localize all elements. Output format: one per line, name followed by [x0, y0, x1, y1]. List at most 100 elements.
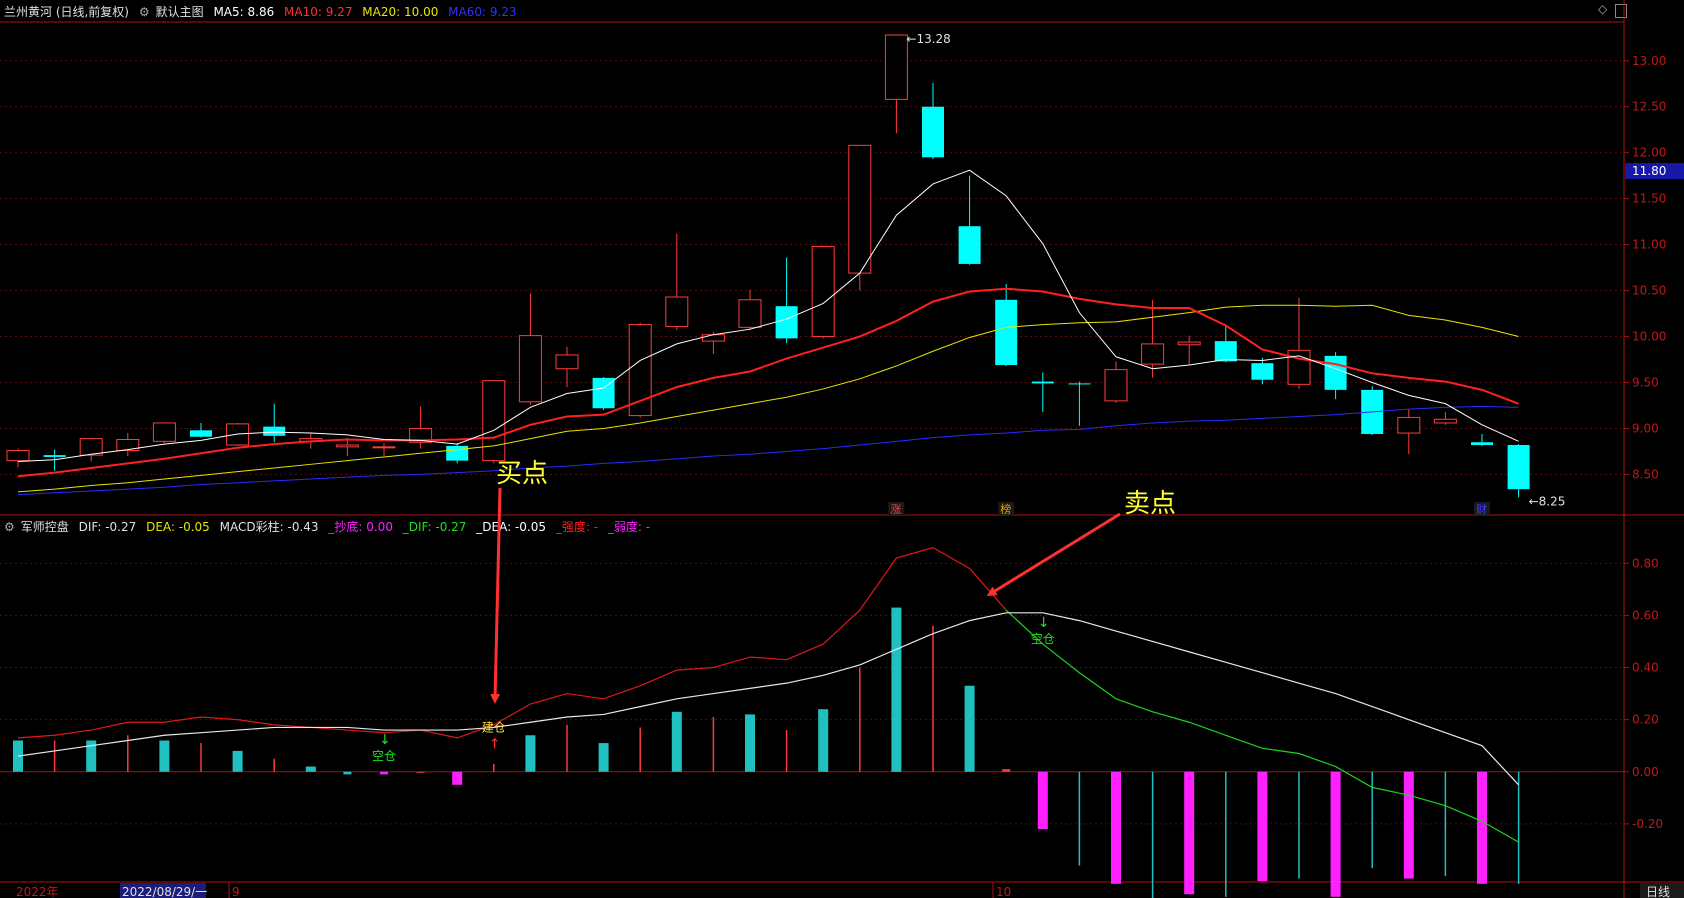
candle[interactable] [922, 82, 944, 160]
candle-body [190, 430, 212, 437]
period-button: 日线 [1646, 885, 1670, 898]
macd-bar [891, 607, 902, 772]
candle[interactable] [79, 437, 103, 462]
candle-body [482, 380, 506, 462]
candle[interactable] [1397, 409, 1421, 455]
sell-arrow-icon: ↓ [379, 732, 391, 748]
candle[interactable] [848, 144, 872, 291]
candle[interactable] [1068, 381, 1091, 426]
macd-bar [745, 714, 755, 772]
candle-body [446, 445, 469, 461]
candle-body [701, 334, 725, 342]
price-tick-label: 9.00 [1632, 421, 1659, 435]
candle[interactable] [1433, 411, 1457, 425]
macd-bar [932, 625, 934, 772]
candle-body [811, 245, 835, 338]
candle[interactable] [1324, 352, 1347, 400]
candle[interactable] [1251, 357, 1274, 385]
macd-bar [598, 743, 609, 772]
candle-body [1177, 341, 1201, 346]
candle-body [1068, 383, 1091, 385]
candle[interactable] [152, 422, 176, 444]
candle[interactable] [665, 233, 689, 331]
candle[interactable] [446, 443, 469, 464]
month-10-label: 10 [996, 885, 1011, 898]
macd-tick-label: 0.80 [1632, 556, 1659, 570]
price-tick-label: 13.00 [1632, 54, 1666, 68]
signal-label: 建仓 [482, 720, 506, 734]
macd-bar [1184, 771, 1195, 895]
event-tag-cai: 财 [1476, 502, 1487, 516]
macd-bar [1403, 771, 1414, 879]
candle[interactable] [372, 443, 396, 457]
stock-chart[interactable]: 8.50 9.00 9.50 10.00 10.50 11.00 11.50 12.00 12.… [0, 0, 1684, 898]
candle[interactable] [701, 331, 725, 355]
candle[interactable] [1104, 361, 1128, 403]
candle-body [1324, 355, 1347, 390]
candle-body [665, 296, 689, 327]
macd-bar [343, 771, 352, 775]
candle[interactable] [1361, 386, 1384, 435]
candle-body [775, 306, 798, 339]
candle[interactable] [116, 433, 140, 457]
macd-bar [859, 667, 861, 772]
candle-body [152, 422, 176, 442]
macd-bar [1257, 771, 1268, 882]
candle[interactable] [263, 403, 286, 443]
candle[interactable] [995, 284, 1018, 366]
candle-body [738, 299, 762, 328]
candle-body [555, 354, 579, 370]
candle[interactable] [1287, 297, 1311, 389]
price-tick-label: 10.50 [1632, 284, 1666, 298]
macd-bar [1225, 771, 1227, 897]
candle-body [79, 438, 103, 456]
candle[interactable] [1471, 433, 1493, 446]
macd-bar [785, 730, 788, 772]
macd-bar [493, 763, 495, 772]
candle-body [1251, 363, 1274, 380]
macd-bar [566, 724, 568, 772]
macd-bar [53, 740, 56, 772]
candle[interactable] [409, 406, 433, 449]
candle[interactable] [190, 422, 212, 438]
ma5-line [17, 169, 1519, 463]
candle[interactable] [884, 34, 908, 134]
candle-body [263, 426, 286, 436]
macd-bar [159, 740, 170, 772]
candle[interactable] [738, 289, 762, 331]
price-tick-label: 10.00 [1632, 330, 1666, 344]
candle-body [1471, 442, 1493, 446]
sell-point-label: 卖点 [1124, 489, 1176, 519]
candle[interactable] [775, 257, 798, 343]
event-tag-zhang: 涨 [890, 503, 901, 516]
event-tag-bang: 榜 [1000, 502, 1011, 516]
month-9-label: 9 [232, 885, 240, 898]
macd-bar [305, 766, 316, 772]
candle-body [1433, 418, 1457, 424]
candle-body [958, 226, 981, 264]
macd-bar [380, 771, 388, 775]
candle[interactable] [555, 346, 579, 388]
macd-bar [416, 771, 425, 773]
date-cursor-label: 2022/08/29/一 [122, 885, 207, 898]
macd-tick-label: -0.20 [1632, 817, 1663, 831]
candle[interactable] [1031, 372, 1054, 412]
candle-body [1031, 381, 1054, 384]
ma20-line [17, 304, 1519, 493]
macd-bar [525, 735, 536, 772]
macd-bar [671, 711, 682, 772]
candle[interactable] [6, 448, 30, 468]
candle[interactable] [1177, 335, 1201, 365]
candle-body [1104, 369, 1128, 402]
candle-body [884, 34, 908, 100]
candle[interactable] [482, 380, 506, 464]
macd-bar [232, 750, 243, 772]
macd-bar [639, 727, 641, 772]
candle[interactable] [1507, 444, 1530, 498]
dif-line [17, 546, 1007, 739]
candle[interactable] [811, 245, 835, 339]
candle[interactable] [958, 175, 981, 265]
macd-bar [1078, 771, 1081, 866]
macd-bar [964, 685, 975, 772]
candle[interactable] [518, 293, 542, 405]
